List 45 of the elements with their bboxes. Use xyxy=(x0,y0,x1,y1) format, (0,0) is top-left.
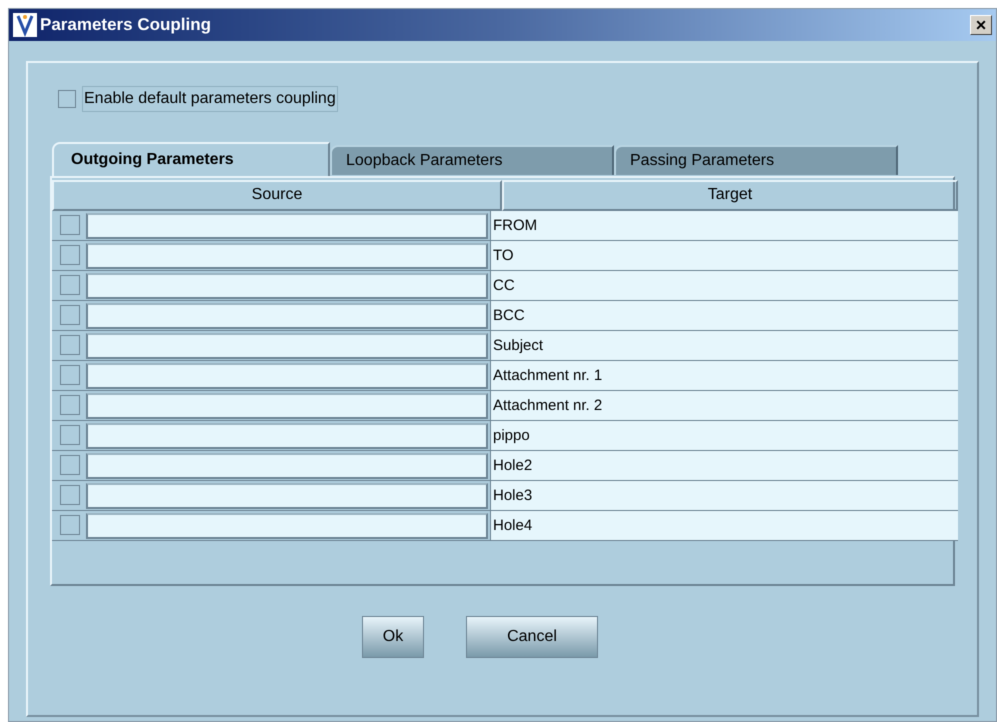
source-input-field[interactable] xyxy=(86,273,488,299)
source-input-field[interactable] xyxy=(86,423,488,449)
row-checkbox[interactable] xyxy=(60,485,80,505)
target-cell: BCC xyxy=(490,301,958,330)
row-checkbox[interactable] xyxy=(60,335,80,355)
source-input-field[interactable] xyxy=(86,243,488,269)
row-checkbox[interactable] xyxy=(60,305,80,325)
target-cell: pippo xyxy=(490,421,958,450)
row-checkbox[interactable] xyxy=(60,425,80,445)
row-checkbox[interactable] xyxy=(60,275,80,295)
tab[interactable]: Passing Parameters xyxy=(614,145,898,175)
ok-button[interactable]: Ok xyxy=(362,616,424,658)
target-cell: Subject xyxy=(490,331,958,360)
source-input-field[interactable] xyxy=(86,333,488,359)
target-cell: Hole3 xyxy=(490,481,958,510)
cancel-button[interactable]: Cancel xyxy=(466,616,598,658)
source-input-field[interactable] xyxy=(86,213,488,239)
app-logo-icon xyxy=(13,13,37,37)
source-input-field[interactable] xyxy=(86,483,488,509)
target-cell: Attachment nr. 2 xyxy=(490,391,958,420)
tab[interactable]: Loopback Parameters xyxy=(330,145,614,175)
column-header: Source xyxy=(52,180,502,211)
target-cell: Attachment nr. 1 xyxy=(490,361,958,390)
target-cell: FROM xyxy=(490,211,958,240)
row-checkbox[interactable] xyxy=(60,245,80,265)
target-cell: Hole4 xyxy=(490,511,958,540)
source-input-field[interactable] xyxy=(86,303,488,329)
target-cell: Hole2 xyxy=(490,451,958,480)
row-checkbox[interactable] xyxy=(60,395,80,415)
row-checkbox[interactable] xyxy=(60,365,80,385)
close-button[interactable]: × xyxy=(970,15,992,35)
column-header: Target xyxy=(502,180,958,211)
source-input-field[interactable] xyxy=(86,453,488,479)
row-checkbox[interactable] xyxy=(60,515,80,535)
tab[interactable]: Outgoing Parameters xyxy=(52,142,330,176)
window-title: Parameters Coupling xyxy=(40,14,211,36)
row-checkbox[interactable] xyxy=(60,455,80,475)
source-input-field[interactable] xyxy=(86,513,488,539)
target-cell: CC xyxy=(490,271,958,300)
checkbox[interactable] xyxy=(58,90,76,108)
target-cell: TO xyxy=(490,241,958,270)
source-input-field[interactable] xyxy=(86,363,488,389)
source-input-field[interactable] xyxy=(86,393,488,419)
row-checkbox[interactable] xyxy=(60,215,80,235)
checkbox-label: Enable default parameters coupling xyxy=(82,86,338,112)
